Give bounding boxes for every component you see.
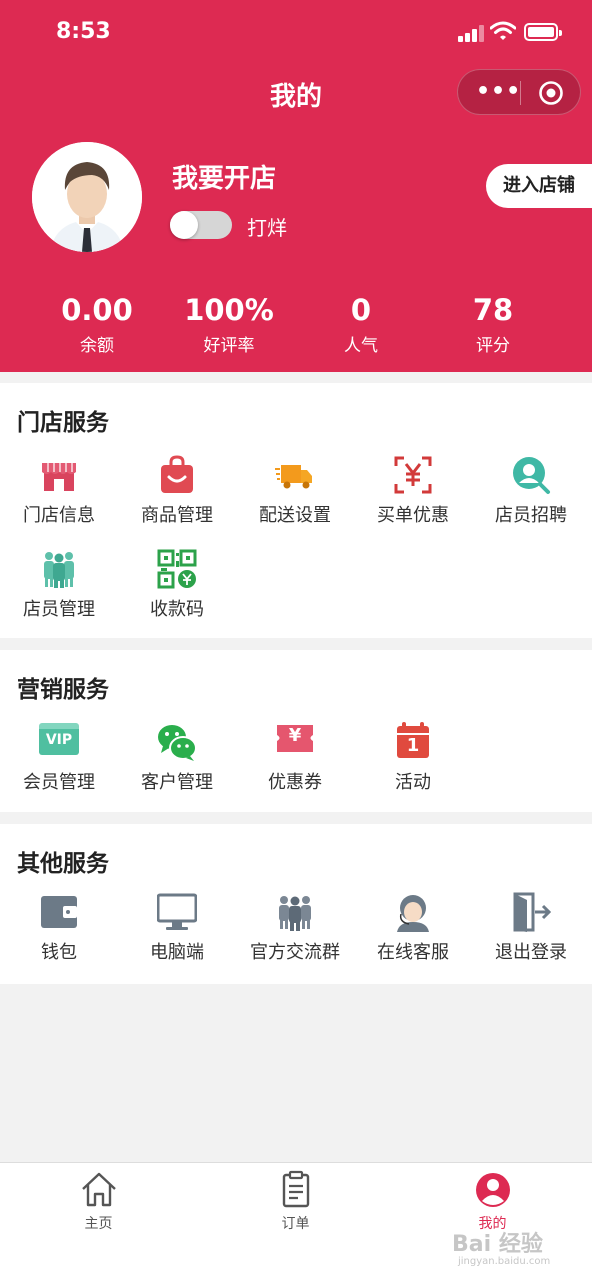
stat-popularity[interactable]: 0 人气 — [296, 292, 426, 356]
service-label: 配送设置 — [259, 505, 331, 526]
marketing-services-section: 营销服务 VIP 会员管理 客户管理 ¥ 优惠券 1 活动 — [0, 650, 592, 812]
delivery-truck-icon — [275, 465, 312, 489]
monitor-icon — [157, 893, 197, 930]
group-icon — [279, 896, 311, 931]
service-label: 会员管理 — [23, 772, 95, 793]
stat-value: 0 — [350, 293, 372, 327]
service-staff-management[interactable]: 店员管理 — [0, 549, 118, 629]
enter-store-button[interactable]: 进入店铺 — [486, 164, 592, 208]
store-services-section: 门店服务 门店信息 商品管理 配送设置 买单优惠 店员招聘 店员管理 收款码 — [0, 383, 592, 638]
profile-icon — [475, 1173, 510, 1207]
scan-yuan-icon — [394, 456, 432, 494]
service-label: 活动 — [395, 772, 431, 793]
service-activities[interactable]: 1 活动 — [354, 722, 472, 802]
service-wallet[interactable]: 钱包 — [0, 892, 118, 972]
home-icon — [81, 1172, 116, 1207]
stats-row: 0.00 余额 100% 好评率 0 人气 78 评分 — [0, 292, 592, 362]
shop-name: 我要开店 — [172, 164, 277, 194]
service-label: 收款码 — [150, 599, 204, 620]
service-staff-recruitment[interactable]: 店员招聘 — [472, 455, 590, 535]
stat-rating[interactable]: 100% 好评率 — [164, 292, 294, 356]
close-target-icon[interactable] — [538, 80, 564, 106]
tab-profile[interactable]: 我的 — [394, 1169, 591, 1233]
calendar-icon: 1 — [393, 722, 433, 762]
stat-balance[interactable]: 0.00 余额 — [32, 292, 162, 356]
tab-label: 订单 — [281, 1216, 310, 1232]
service-payment-code[interactable]: 收款码 — [118, 549, 236, 629]
service-member-management[interactable]: VIP 会员管理 — [0, 722, 118, 802]
service-label: 客户管理 — [141, 772, 213, 793]
shopping-bag-icon — [161, 455, 193, 493]
staff-group-icon — [44, 552, 74, 588]
miniprogram-capsule: ••• — [457, 69, 581, 115]
battery-icon — [524, 23, 562, 41]
service-payment-discount[interactable]: 买单优惠 — [354, 455, 472, 535]
coupon-icon: ¥ — [275, 722, 315, 762]
service-delivery-settings[interactable]: 配送设置 — [236, 455, 354, 535]
service-label: 商品管理 — [141, 505, 213, 526]
section-title: 营销服务 — [17, 677, 109, 703]
status-bar: 8:53 — [0, 0, 592, 64]
wifi-icon — [490, 21, 516, 40]
service-label: 店员管理 — [23, 599, 95, 620]
service-logout[interactable]: 退出登录 — [472, 892, 590, 972]
service-desktop[interactable]: 电脑端 — [118, 892, 236, 972]
vip-card-icon: VIP — [39, 722, 79, 762]
clipboard-icon — [282, 1170, 309, 1208]
section-title: 其他服务 — [17, 851, 109, 877]
section-title: 门店服务 — [17, 410, 109, 436]
closed-toggle[interactable] — [170, 211, 232, 239]
service-product-management[interactable]: 商品管理 — [118, 455, 236, 535]
stat-label: 好评率 — [203, 336, 255, 356]
stat-score[interactable]: 78 评分 — [428, 292, 558, 356]
service-customer-management[interactable]: 客户管理 — [118, 722, 236, 802]
qr-code-icon — [157, 549, 197, 589]
signal-icon — [458, 24, 486, 42]
logout-icon — [513, 892, 551, 932]
more-icon[interactable]: ••• — [476, 81, 521, 103]
service-label: 官方交流群 — [250, 942, 340, 963]
service-label: 买单优惠 — [377, 505, 449, 526]
service-label: 店员招聘 — [495, 505, 567, 526]
stat-value: 100% — [184, 293, 274, 327]
toggle-label: 打烊 — [247, 216, 287, 240]
service-store-info[interactable]: 门店信息 — [0, 455, 118, 535]
status-time: 8:53 — [56, 19, 111, 44]
capsule-divider — [520, 81, 521, 105]
service-label: 门店信息 — [23, 505, 95, 526]
customer-service-icon — [397, 895, 429, 932]
service-official-group[interactable]: 官方交流群 — [236, 892, 354, 972]
stat-label: 人气 — [344, 336, 378, 356]
tab-label: 主页 — [84, 1216, 113, 1232]
calendar-day: 1 — [406, 735, 420, 756]
service-label: 电脑端 — [150, 942, 204, 963]
watermark-url: jingyan.baidu.com — [458, 1256, 551, 1267]
stat-value: 0.00 — [61, 293, 133, 327]
stat-value: 78 — [472, 293, 514, 327]
stat-label: 评分 — [476, 336, 510, 356]
watermark-brand: Bai 经验 — [452, 1232, 543, 1257]
service-label: 退出登录 — [495, 942, 567, 963]
service-label: 钱包 — [41, 942, 77, 963]
service-coupons[interactable]: ¥ 优惠券 — [236, 722, 354, 802]
storefront-icon — [42, 463, 76, 491]
service-online-support[interactable]: 在线客服 — [354, 892, 472, 972]
profile-header: 8:53 我的 ••• 我要开店 打烊 进入店铺 0.00 余额 100% 好评… — [0, 0, 592, 372]
search-person-icon — [513, 457, 550, 494]
wallet-icon — [41, 896, 77, 928]
tab-home[interactable]: 主页 — [0, 1169, 197, 1233]
coupon-text: ¥ — [288, 725, 302, 746]
service-label: 优惠券 — [268, 772, 322, 793]
other-services-section: 其他服务 钱包 电脑端 官方交流群 在线客服 退出登录 — [0, 824, 592, 984]
user-avatar-icon — [32, 142, 142, 252]
stat-label: 余额 — [80, 336, 114, 356]
wechat-icon — [158, 725, 197, 761]
vip-card-text: VIP — [45, 732, 73, 748]
service-label: 在线客服 — [377, 942, 449, 963]
tab-orders[interactable]: 订单 — [197, 1169, 394, 1233]
avatar[interactable] — [32, 142, 142, 252]
